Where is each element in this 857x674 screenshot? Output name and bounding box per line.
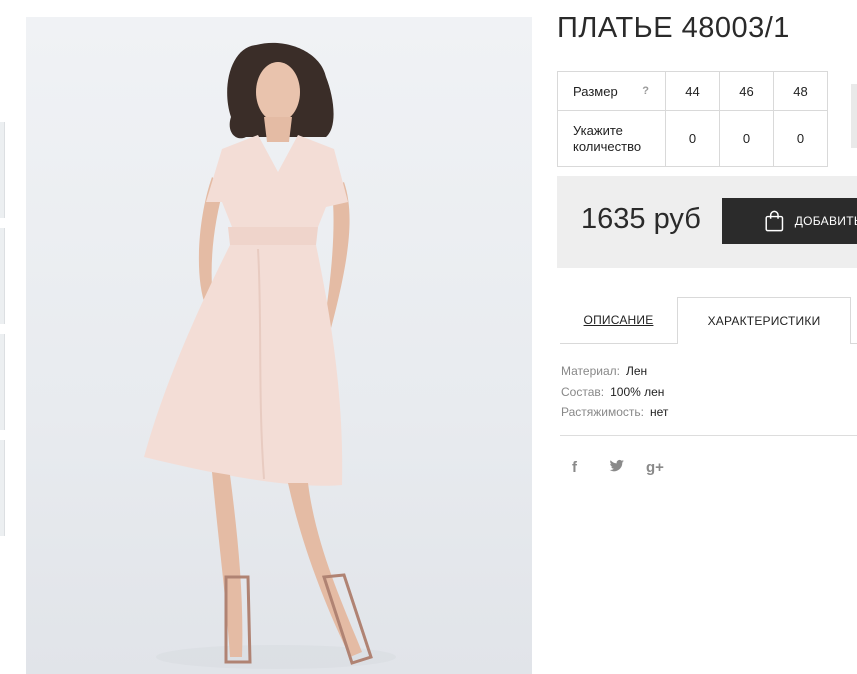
thumbnail[interactable] — [0, 334, 5, 430]
product-tabs: ОПИСАНИЕ ХАРАКТЕРИСТИКИ — [560, 297, 857, 344]
characteristics-list: Материал: Лен Состав: 100% лен Растяжимост… — [561, 361, 668, 423]
size-table: Размер ? 44 46 48 Укажите количество 0 0… — [557, 71, 828, 167]
quantity-input-44[interactable]: 0 — [665, 110, 720, 167]
quantity-input-46[interactable]: 0 — [719, 110, 774, 167]
characteristic-row: Состав: 100% лен — [561, 382, 668, 403]
characteristic-key: Растяжимость: — [561, 405, 645, 419]
product-title: ПЛАТЬЕ 48003/1 — [557, 12, 790, 44]
characteristic-key: Материал: — [561, 364, 620, 378]
thumbnail[interactable] — [0, 228, 5, 324]
tab-characteristics[interactable]: ХАРАКТЕРИСТИКИ — [677, 297, 851, 344]
characteristic-key: Состав: — [561, 384, 605, 399]
size-46: 46 — [719, 71, 774, 111]
characteristic-row: Материал: Лен — [561, 361, 668, 382]
characteristic-row: Растяжимость: нет — [561, 402, 668, 423]
thumbnail[interactable] — [0, 122, 5, 218]
size-label: Размер — [573, 83, 618, 99]
size-label-cell: Размер ? — [557, 71, 666, 111]
add-to-cart-label: ДОБАВИТЬ — [794, 214, 857, 228]
size-row: Размер ? 44 46 48 — [557, 71, 828, 111]
social-share: f g+ — [572, 459, 683, 477]
google-plus-icon[interactable]: g+ — [646, 459, 683, 477]
twitter-icon[interactable] — [609, 459, 646, 477]
characteristic-value: 100% лен — [610, 384, 665, 399]
size-48: 48 — [773, 71, 828, 111]
buy-box: 1635 руб ДОБАВИТЬ — [557, 176, 857, 268]
help-icon[interactable]: ? — [642, 85, 649, 97]
characteristic-value: Лен — [625, 364, 648, 378]
size-44: 44 — [665, 71, 720, 111]
quantity-input-48[interactable]: 0 — [773, 110, 828, 167]
divider — [560, 435, 857, 436]
scroll-edge — [851, 84, 857, 148]
tab-bar-line — [850, 297, 857, 344]
tab-description[interactable]: ОПИСАНИЕ — [560, 297, 677, 344]
characteristic-value: нет — [650, 405, 669, 419]
quantity-row: Укажите количество 0 0 0 — [557, 110, 828, 167]
thumbnail-strip — [0, 0, 6, 674]
price: 1635 руб — [581, 203, 701, 235]
quantity-label: Укажите количество — [557, 110, 666, 167]
thumbnail[interactable] — [0, 440, 5, 536]
facebook-icon[interactable]: f — [572, 459, 609, 477]
add-to-cart-button[interactable]: ДОБАВИТЬ — [722, 198, 857, 244]
model-illustration — [144, 42, 396, 669]
product-photo[interactable] — [26, 17, 532, 674]
shopping-bag-icon — [765, 210, 784, 232]
